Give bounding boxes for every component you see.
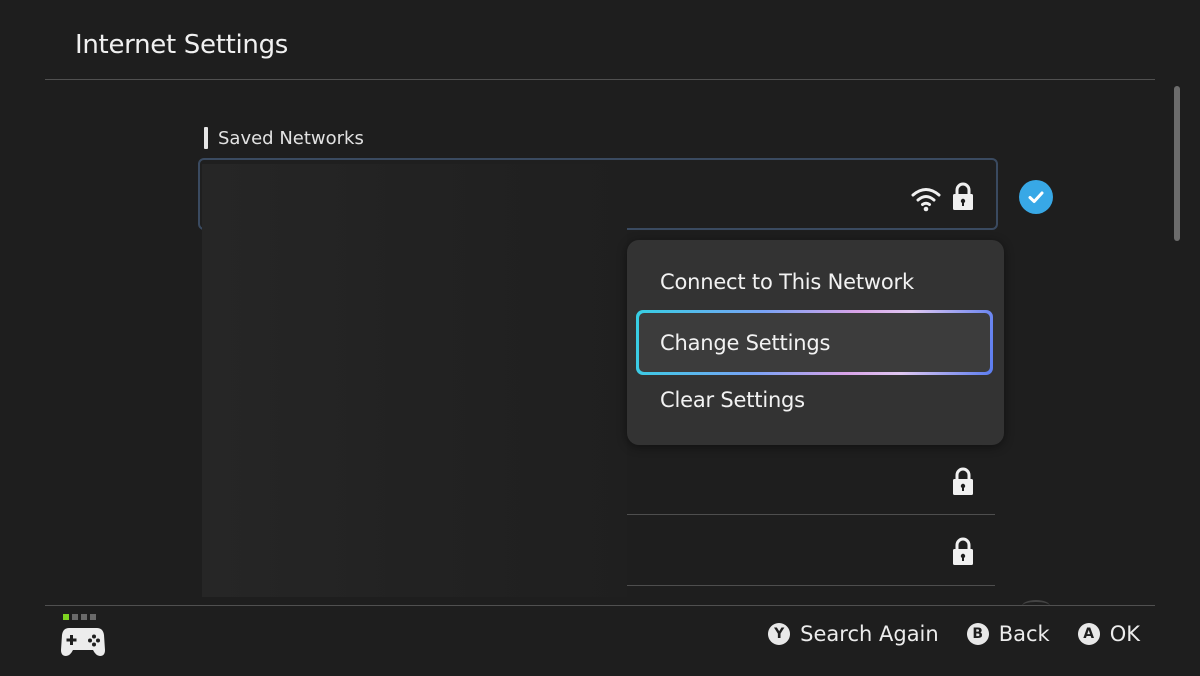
section-marker: [204, 127, 208, 149]
lock-icon: [953, 537, 973, 565]
header-divider: [45, 79, 1155, 80]
connected-check-icon: [1019, 180, 1053, 214]
section-header: Saved Networks: [204, 126, 364, 150]
page-title: Internet Settings: [75, 30, 289, 60]
section-label: Saved Networks: [218, 127, 364, 149]
b-button-icon: B: [966, 623, 989, 645]
controller-icon: [61, 614, 105, 656]
search-again-button[interactable]: Y Search Again: [768, 622, 939, 646]
back-button[interactable]: B Back: [966, 622, 1050, 646]
row-divider: [627, 514, 995, 515]
menu-item-change-settings-label: Change Settings: [639, 313, 990, 372]
network-names-redacted: [202, 164, 627, 597]
wifi-icon: [911, 188, 941, 212]
lock-icon: [953, 182, 973, 210]
menu-item-clear-settings[interactable]: Clear Settings: [660, 388, 805, 412]
back-label: Back: [998, 622, 1050, 646]
menu-item-connect[interactable]: Connect to This Network: [660, 270, 914, 294]
ok-button[interactable]: A OK: [1077, 622, 1140, 646]
y-button-icon: Y: [768, 623, 791, 645]
footer-divider: [45, 605, 1155, 606]
scrollbar[interactable]: [1174, 86, 1180, 241]
network-context-menu: Connect to This Network Change Settings …: [627, 240, 1004, 445]
row-divider: [627, 585, 995, 586]
partial-status-icon: [1022, 600, 1050, 612]
button-hints: Y Search Again B Back A OK: [740, 622, 1140, 646]
lock-icon: [953, 467, 973, 495]
ok-label: OK: [1109, 622, 1140, 646]
menu-item-change-settings[interactable]: Change Settings: [636, 310, 993, 375]
a-button-icon: A: [1077, 623, 1100, 645]
search-again-label: Search Again: [800, 622, 939, 646]
